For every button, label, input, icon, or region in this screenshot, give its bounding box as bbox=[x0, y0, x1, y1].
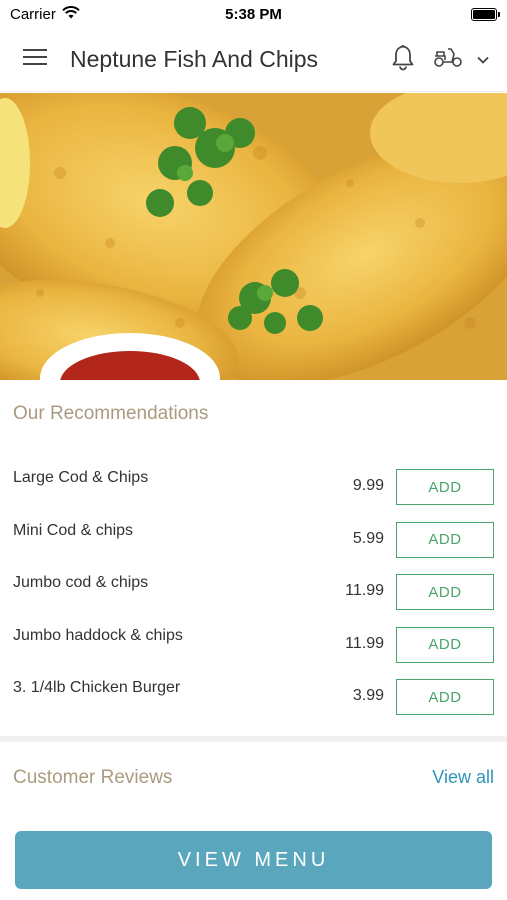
status-left: Carrier bbox=[10, 6, 80, 23]
notifications-button[interactable] bbox=[391, 43, 415, 76]
recommendations-title: Our Recommendations bbox=[13, 403, 209, 424]
app-header: Neptune Fish And Chips bbox=[0, 28, 507, 92]
chevron-down-icon bbox=[477, 51, 489, 69]
scooter-icon bbox=[433, 46, 463, 73]
delivery-mode-selector[interactable] bbox=[433, 46, 489, 73]
item-name: Jumbo haddock & chips bbox=[13, 626, 183, 644]
list-item: 3. 1/4lb Chicken Burger 3.99 ADD bbox=[0, 667, 507, 720]
hero-image bbox=[0, 93, 507, 380]
item-name: Jumbo cod & chips bbox=[13, 574, 149, 591]
add-button[interactable]: ADD bbox=[396, 521, 494, 558]
item-price: 9.99 bbox=[352, 477, 384, 494]
status-bar: Carrier 5:38 PM bbox=[0, 0, 507, 28]
add-button[interactable]: ADD bbox=[396, 679, 494, 715]
add-button[interactable]: ADD bbox=[396, 626, 494, 663]
wifi-icon bbox=[62, 5, 80, 23]
menu-button[interactable] bbox=[0, 28, 70, 92]
bell-icon bbox=[391, 43, 415, 76]
view-all-reviews-link[interactable]: View all bbox=[432, 767, 494, 788]
recommendations-list: Large Cod & Chips 9.99 ADD Mini Cod & ch… bbox=[0, 457, 507, 720]
item-price: 11.99 bbox=[345, 634, 384, 652]
carrier-label: Carrier bbox=[10, 5, 56, 23]
item-price: 5.99 bbox=[352, 529, 384, 547]
item-name: Mini Cod & chips bbox=[13, 521, 134, 539]
item-name: Large Cod & Chips bbox=[13, 469, 149, 486]
section-divider bbox=[0, 736, 507, 742]
list-item: Jumbo haddock & chips 11.99 ADD bbox=[0, 615, 507, 668]
view-menu-button[interactable]: VIEW MENU bbox=[15, 831, 492, 889]
list-item: Large Cod & Chips 9.99 ADD bbox=[0, 457, 507, 510]
reviews-title: Customer Reviews bbox=[13, 767, 173, 788]
list-item: Mini Cod & chips 5.99 ADD bbox=[0, 510, 507, 563]
page-title: Neptune Fish And Chips bbox=[70, 46, 319, 72]
battery-icon bbox=[471, 7, 500, 21]
item-price: 11.99 bbox=[345, 582, 384, 599]
header-actions bbox=[391, 43, 507, 76]
item-price: 3.99 bbox=[352, 687, 384, 704]
list-item: Jumbo cod & chips 11.99 ADD bbox=[0, 562, 507, 615]
item-name: 3. 1/4lb Chicken Burger bbox=[13, 679, 181, 696]
add-button[interactable]: ADD bbox=[396, 469, 494, 505]
menu-icon bbox=[23, 48, 47, 71]
add-button[interactable]: ADD bbox=[396, 574, 494, 610]
